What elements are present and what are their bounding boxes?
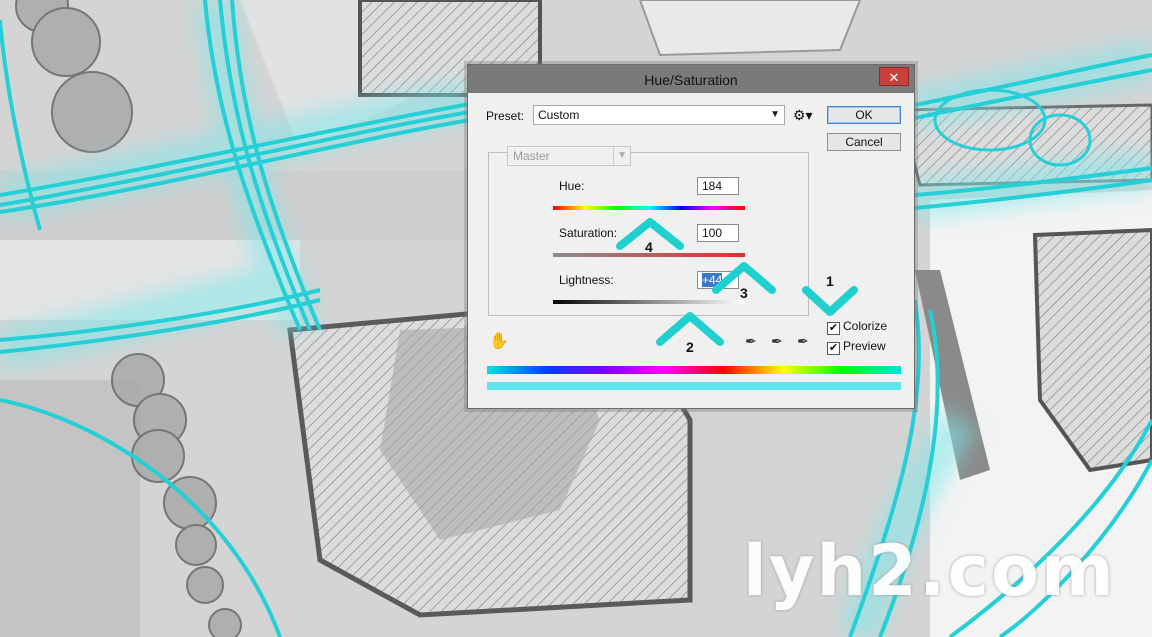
gear-icon[interactable]: ⚙▾ bbox=[793, 107, 813, 124]
preview-check-icon: ✔ bbox=[827, 342, 840, 355]
lightness-slider-track[interactable] bbox=[553, 300, 745, 304]
preview-checkbox[interactable]: ✔ Preview bbox=[827, 339, 886, 355]
chevron-down-icon: ▼ bbox=[770, 109, 780, 120]
cancel-button[interactable]: Cancel bbox=[827, 133, 901, 151]
hue-saturation-dialog: Hue/Saturation ✕ Preset: Custom ▼ ⚙▾ OK … bbox=[467, 64, 915, 409]
channel-select[interactable]: Master ▼ bbox=[507, 146, 631, 166]
eyedropper-icon[interactable]: ✒ bbox=[745, 333, 757, 350]
title-bar[interactable]: Hue/Saturation ✕ bbox=[468, 65, 914, 93]
eyedropper-subtract-icon[interactable]: ✒ bbox=[797, 333, 809, 350]
output-color-bar bbox=[487, 382, 901, 390]
input-color-bar bbox=[487, 366, 901, 374]
preset-label: Preset: bbox=[486, 109, 525, 123]
targeted-adjustment-hand-icon[interactable]: ✋ bbox=[489, 331, 509, 351]
lightness-value: +44 bbox=[702, 273, 723, 287]
dialog-title: Hue/Saturation bbox=[644, 72, 738, 88]
watermark: lyh2.com bbox=[742, 530, 1116, 612]
adjustments-group bbox=[488, 152, 809, 316]
channel-value: Master bbox=[513, 149, 550, 163]
hue-input[interactable]: 184 bbox=[697, 177, 739, 195]
colorize-check-icon: ✔ bbox=[827, 322, 840, 335]
colorize-checkbox[interactable]: ✔ Colorize bbox=[827, 319, 887, 335]
colorize-label: Colorize bbox=[843, 319, 888, 333]
saturation-slider-track[interactable] bbox=[553, 253, 745, 257]
chevron-down-icon: ▼ bbox=[613, 147, 627, 165]
lightness-input[interactable]: +44 bbox=[697, 271, 739, 289]
dialog-body: Preset: Custom ▼ ⚙▾ OK Cancel Master ▼ H… bbox=[475, 93, 907, 402]
lightness-label: Lightness: bbox=[559, 273, 614, 287]
eyedropper-add-icon[interactable]: ✒ bbox=[771, 333, 783, 350]
saturation-label: Saturation: bbox=[559, 226, 618, 240]
preset-value: Custom bbox=[538, 108, 580, 122]
hue-label: Hue: bbox=[559, 179, 585, 193]
preset-select[interactable]: Custom ▼ bbox=[533, 105, 785, 125]
saturation-input[interactable]: 100 bbox=[697, 224, 739, 242]
close-button[interactable]: ✕ bbox=[879, 67, 909, 86]
ok-button[interactable]: OK bbox=[827, 106, 901, 124]
preview-label: Preview bbox=[843, 339, 886, 353]
